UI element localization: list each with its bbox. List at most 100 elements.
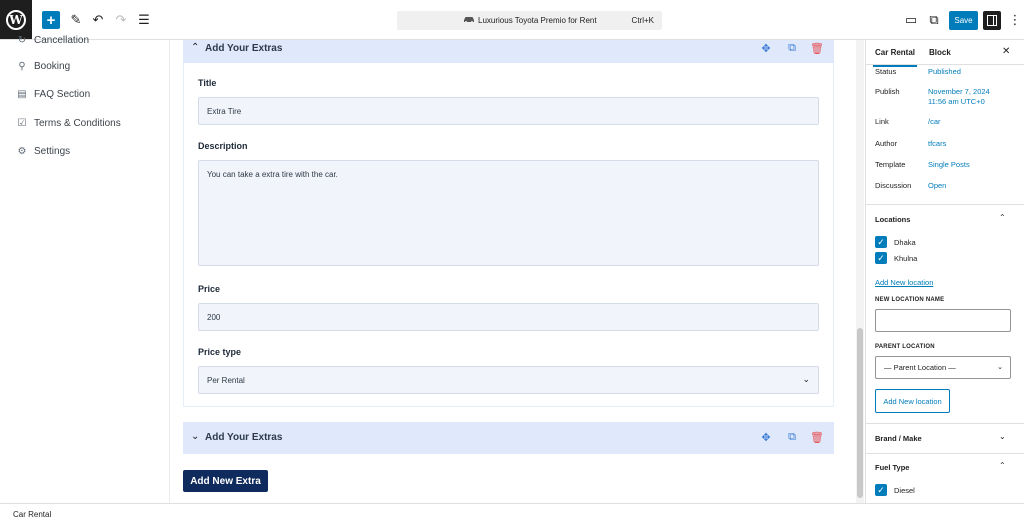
add-new-extra-button[interactable]: Add New Extra [183,470,268,492]
redo-icon[interactable]: ↷ [114,11,128,29]
more-options-icon[interactable]: ⋮ [1009,11,1022,29]
wordpress-logo-letter: W [6,9,26,30]
status-key: Status [875,67,897,76]
block-breadcrumb-bar: Car Rental [0,503,1024,523]
discussion-value[interactable]: Open [928,181,946,191]
settings-panel-toggle-icon[interactable] [983,11,1001,30]
chevron-down-icon[interactable]: ⌄ [999,432,1006,441]
add-new-location-link[interactable]: Add New location [875,278,933,287]
template-value[interactable]: Single Posts [928,160,970,170]
duplicate-icon[interactable]: ⧉ [786,42,798,54]
new-location-name-caption: NEW LOCATION NAME [875,297,945,303]
extras-editor: ⌃ Add Your Extras ✥ ⧉ 🗑 Title Extra Tire… [171,40,855,503]
parent-location-value: — Parent Location — [884,363,956,372]
parent-location-caption: PARENT LOCATION [875,344,935,350]
save-button[interactable]: Save [949,11,978,30]
template-key: Template [875,160,906,169]
editor-scrollbar[interactable] [856,40,864,503]
link-key: Link [875,117,889,126]
price-label: Price [198,284,221,294]
locations-heading[interactable]: Locations [875,215,910,224]
publish-key: Publish [875,87,900,96]
undo-icon[interactable]: ↶ [91,11,105,29]
external-link-icon[interactable]: ⧉ [927,11,941,29]
chevron-up-icon[interactable]: ⌃ [999,461,1006,470]
preview-icon[interactable]: ▭ [904,11,918,29]
section-divider [866,204,1024,205]
delete-icon[interactable]: 🗑 [810,42,824,55]
section-divider [866,423,1024,424]
command-shortcut: Ctrl+K [631,16,654,25]
link-value[interactable]: /car [928,117,941,127]
add-new-location-button[interactable]: Add New location [875,389,950,413]
nav-item-label: FAQ Section [34,88,91,100]
location-label: Khulna [894,254,918,263]
chevron-up-icon[interactable]: ⌃ [999,213,1006,222]
publish-value[interactable]: November 7, 2024 11:56 am UTC+0 [928,87,998,107]
list-view-icon[interactable]: ☰ [137,11,151,29]
nav-item-faq[interactable]: ▤ FAQ Section [17,87,90,101]
tab-car-rental[interactable]: Car Rental [872,48,918,67]
fuel-type-heading[interactable]: Fuel Type [875,463,909,472]
expand-chevron-icon[interactable]: ⌄ [191,431,199,442]
chevron-down-icon: ⌄ [997,364,1003,371]
fuel-label: Diesel [894,486,915,495]
post-meta-nav: ↻ Cancellation ⚲ Booking ▤ FAQ Section ☑… [0,35,170,503]
discussion-key: Discussion [875,181,912,190]
price-input[interactable]: 200 [198,303,819,331]
pen-icon[interactable]: ✎ [69,11,83,29]
nav-item-booking[interactable]: ⚲ Booking [17,59,70,73]
refresh-icon: ↻ [17,34,27,46]
chevron-down-icon: ⌄ [802,374,810,384]
checkbox-dhaka[interactable]: ✓ [875,236,887,248]
move-icon[interactable]: ✥ [760,431,772,444]
new-location-name-input[interactable] [875,309,1011,332]
author-key: Author [875,139,898,148]
author-value[interactable]: tfcars [928,139,946,149]
location-label: Dhaka [894,238,916,247]
top-toolbar: W + ✎ ↶ ↷ ☰ Luxurious Toyota Premio for … [0,0,1024,40]
breadcrumb[interactable]: Car Rental [13,510,51,519]
collapse-chevron-icon[interactable]: ⌃ [191,42,199,53]
description-label: Description [198,141,248,151]
tab-block[interactable]: Block [929,48,951,57]
extras-block-header-2[interactable]: ⌄ Add Your Extras ✥ ⧉ 🗑 [183,422,834,454]
checkbox-diesel[interactable]: ✓ [875,484,887,496]
price-type-select[interactable]: Per Rental ⌄ [198,366,819,394]
description-textarea[interactable]: You can take a extra tire with the car. [198,160,819,266]
faq-icon: ▤ [17,88,27,100]
nav-item-terms[interactable]: ☑ Terms & Conditions [17,116,121,130]
nav-item-label: Booking [34,60,71,72]
document-title: Luxurious Toyota Premio for Rent [478,16,597,25]
settings-gear-icon: ⚙ [17,145,27,157]
status-value[interactable]: Published [928,67,961,77]
nav-item-label: Terms & Conditions [34,117,121,129]
checkbox-khulna[interactable]: ✓ [875,252,887,264]
parent-location-select[interactable]: — Parent Location — ⌄ [875,356,1011,379]
block-title: Add Your Extras [205,432,283,443]
move-icon[interactable]: ✥ [760,42,772,55]
delete-icon[interactable]: 🗑 [810,431,824,444]
nav-item-cancellation[interactable]: ↻ Cancellation [17,33,89,47]
extras-block-header-1[interactable]: ⌃ Add Your Extras ✥ ⧉ 🗑 [183,40,834,63]
checkbox-icon: ☑ [17,117,27,129]
settings-sidebar: Car Rental Block ✕ Status Published Publ… [865,40,1024,503]
section-divider [866,453,1024,454]
nav-item-settings[interactable]: ⚙ Settings [17,144,71,158]
title-label: Title [198,78,217,88]
block-title: Add Your Extras [205,43,283,54]
scrollbar-thumb[interactable] [857,328,863,498]
nav-item-label: Cancellation [34,34,90,46]
nav-item-label: Settings [34,145,71,157]
close-icon[interactable]: ✕ [1002,46,1010,57]
duplicate-icon[interactable]: ⧉ [786,431,798,443]
tabs-divider [866,64,1024,65]
add-block-button[interactable]: + [42,11,60,29]
booking-icon: ⚲ [18,60,26,72]
title-input[interactable]: Extra Tire [198,97,819,125]
document-title-bar[interactable]: Luxurious Toyota Premio for Rent Ctrl+K [397,11,662,30]
brand-make-heading[interactable]: Brand / Make [875,434,922,443]
price-type-value: Per Rental [207,375,245,385]
price-type-label: Price type [198,347,242,357]
car-icon [464,17,474,23]
